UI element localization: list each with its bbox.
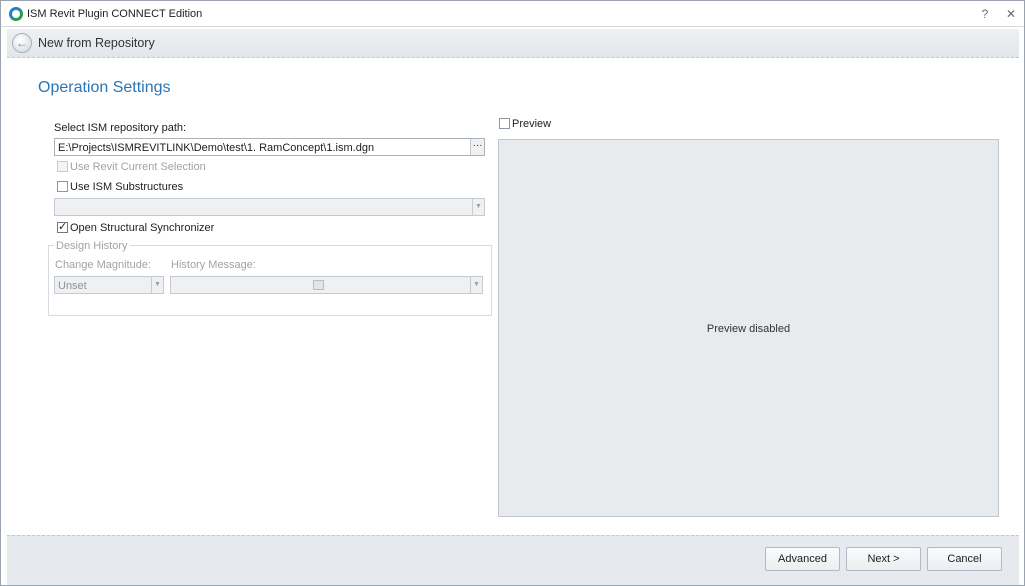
preview-checkbox-label: Preview <box>512 118 552 130</box>
ism-logo-icon <box>9 7 23 21</box>
chevron-down-icon: ▼ <box>472 199 484 215</box>
change-magnitude-value: Unset <box>58 280 87 292</box>
substructure-combo[interactable]: ▼ <box>54 198 485 216</box>
title-bar: ISM Revit Plugin CONNECT Edition ? ✕ <box>1 1 1024 27</box>
open-structural-synchronizer-checkbox[interactable] <box>57 220 68 233</box>
help-icon[interactable]: ? <box>977 6 993 22</box>
page-header: ← New from Repository <box>7 29 1019 58</box>
history-message-combo[interactable]: ▼ <box>170 276 483 294</box>
use-ism-substructures-label: Use ISM Substructures <box>70 181 184 193</box>
document-icon <box>313 280 324 290</box>
change-magnitude-label: Change Magnitude: <box>55 259 152 271</box>
preview-disabled-message: Preview disabled <box>706 323 791 335</box>
repository-path-label: Select ISM repository path: <box>54 122 187 134</box>
page-title: New from Repository <box>38 36 155 50</box>
change-magnitude-combo[interactable]: Unset ▼ <box>54 276 164 294</box>
ellipsis-icon[interactable]: ··· <box>470 139 484 155</box>
back-arrow-icon[interactable]: ← <box>12 33 32 53</box>
advanced-button[interactable]: Advanced <box>765 547 840 571</box>
section-title: Operation Settings <box>38 79 171 96</box>
close-icon[interactable]: ✕ <box>1003 6 1019 22</box>
chevron-down-icon: ▼ <box>470 277 482 293</box>
open-structural-synchronizer-label: Open Structural Synchronizer <box>70 222 215 234</box>
use-revit-selection-checkbox[interactable] <box>57 161 68 172</box>
preview-checkbox[interactable] <box>499 118 510 129</box>
repository-path-input[interactable] <box>54 138 485 156</box>
use-ism-substructures-checkbox[interactable] <box>57 181 68 192</box>
cancel-button[interactable]: Cancel <box>927 547 1002 571</box>
chevron-down-icon: ▼ <box>151 277 163 293</box>
preview-panel: Preview disabled <box>498 139 999 517</box>
window-title: ISM Revit Plugin CONNECT Edition <box>27 8 203 20</box>
use-revit-selection-label: Use Revit Current Selection <box>70 161 206 173</box>
plugin-window: ISM Revit Plugin CONNECT Edition ? ✕ ← N… <box>0 0 1025 586</box>
next-button[interactable]: Next > <box>846 547 921 571</box>
history-message-label: History Message: <box>171 259 256 271</box>
design-history-title: Design History <box>54 240 130 252</box>
